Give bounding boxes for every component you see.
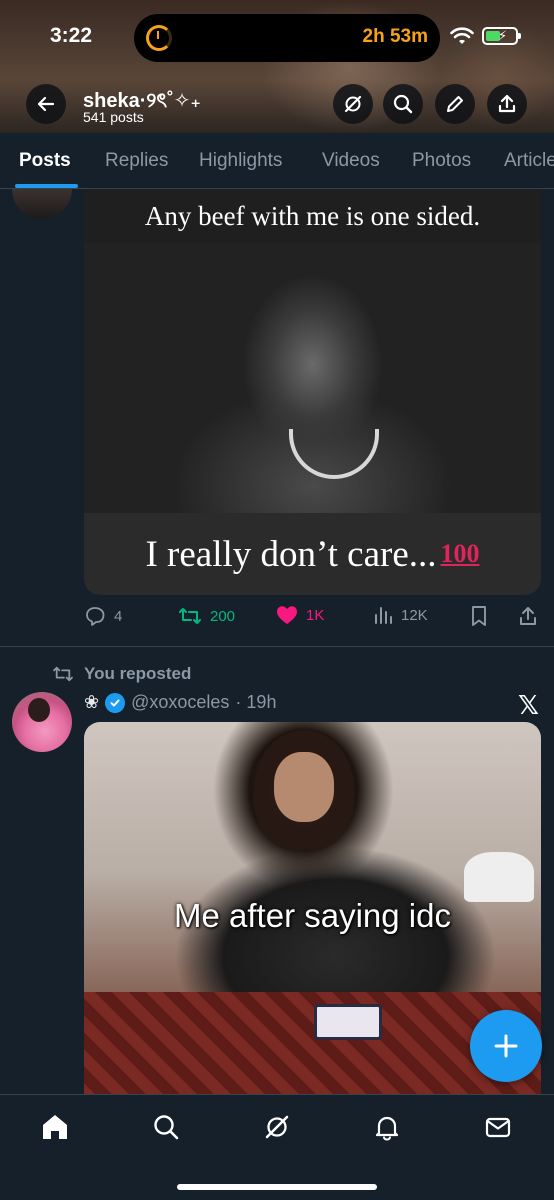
heart-icon bbox=[277, 606, 297, 624]
nav-messages[interactable] bbox=[482, 1111, 514, 1143]
home-indicator[interactable] bbox=[177, 1184, 377, 1190]
share-icon bbox=[520, 607, 536, 625]
search-button[interactable] bbox=[383, 84, 423, 124]
pencil-icon bbox=[447, 96, 463, 112]
reply-icon bbox=[86, 607, 105, 626]
post-image[interactable]: Any beef with me is one sided. I really … bbox=[84, 189, 541, 595]
battery-icon: ⚡ bbox=[482, 27, 521, 45]
x-logo-icon: 𝕏 bbox=[518, 690, 539, 720]
active-tab-indicator bbox=[15, 184, 78, 188]
verified-badge-icon bbox=[105, 692, 126, 713]
nav-grok[interactable] bbox=[261, 1111, 293, 1143]
image-caption-bottom: I really don’t care... 100 bbox=[84, 513, 541, 595]
timer-text: 2h 53m bbox=[362, 26, 428, 47]
post-divider bbox=[0, 646, 554, 647]
reply-button[interactable]: 4 bbox=[84, 605, 122, 627]
repost-icon bbox=[179, 608, 201, 624]
meme-text: Me after saying idc bbox=[174, 897, 451, 934]
home-icon bbox=[43, 1115, 67, 1139]
bell-icon bbox=[375, 1116, 399, 1141]
author-handle: @xoxoceles bbox=[131, 692, 230, 712]
arrow-left-icon bbox=[37, 96, 55, 112]
view-count: 12K bbox=[401, 606, 428, 624]
tab-posts[interactable]: Posts bbox=[19, 150, 71, 172]
timer-icon bbox=[146, 25, 172, 51]
share-profile-button[interactable] bbox=[487, 84, 527, 124]
tab-photos[interactable]: Photos bbox=[412, 150, 471, 172]
photo-sneakers bbox=[464, 852, 534, 902]
grok-icon bbox=[344, 95, 362, 113]
search-icon bbox=[154, 1115, 179, 1140]
post-actions: 4 200 1K 12K bbox=[84, 605, 544, 635]
tab-highlights[interactable]: Highlights bbox=[199, 150, 282, 172]
image-caption-top: Any beef with me is one sided. bbox=[84, 189, 541, 243]
repost-button[interactable]: 200 bbox=[178, 605, 235, 627]
bar-chart-icon bbox=[375, 607, 392, 624]
views-button[interactable]: 12K bbox=[373, 605, 428, 625]
author-name: ❀ bbox=[84, 692, 100, 712]
avatar[interactable] bbox=[12, 189, 72, 219]
nav-notifications[interactable] bbox=[371, 1111, 403, 1143]
nav-home[interactable] bbox=[39, 1111, 71, 1143]
hundred-points-icon: 100 bbox=[440, 539, 480, 568]
reply-count: 4 bbox=[114, 607, 123, 625]
share-icon bbox=[498, 94, 516, 113]
bookmark-icon bbox=[472, 606, 486, 626]
photo-tarot-deck bbox=[314, 1004, 382, 1040]
grok-button[interactable] bbox=[333, 84, 373, 124]
mail-icon bbox=[485, 1117, 511, 1138]
bookmark-button[interactable] bbox=[470, 605, 488, 627]
like-count: 1K bbox=[306, 606, 325, 624]
tab-replies[interactable]: Replies bbox=[105, 150, 168, 172]
back-button[interactable] bbox=[26, 84, 66, 124]
like-button[interactable]: 1K bbox=[276, 605, 324, 625]
post-count: 541 posts bbox=[83, 109, 144, 125]
wifi-icon bbox=[450, 27, 474, 44]
repost-indicator: You reposted bbox=[52, 664, 191, 684]
tab-videos[interactable]: Videos bbox=[322, 150, 380, 172]
repost-label: You reposted bbox=[84, 664, 192, 683]
image-caption-bottom-text: I really don’t care... bbox=[145, 533, 437, 575]
grok-icon bbox=[265, 1115, 289, 1139]
avatar[interactable] bbox=[12, 692, 72, 752]
search-icon bbox=[393, 94, 413, 114]
edit-profile-button[interactable] bbox=[435, 84, 475, 124]
repost-icon bbox=[53, 666, 73, 682]
post-author[interactable]: ❀ @xoxoceles · 19h bbox=[84, 692, 276, 713]
tab-articles[interactable]: Articles bbox=[504, 150, 554, 172]
plus-icon bbox=[494, 1034, 518, 1058]
share-post-button[interactable] bbox=[518, 605, 538, 627]
photo-face bbox=[274, 752, 334, 822]
repost-count: 200 bbox=[210, 607, 236, 625]
profile-tabs: Posts Replies Highlights Videos Photos A… bbox=[0, 133, 554, 189]
dynamic-island[interactable]: 2h 53m bbox=[134, 14, 440, 62]
nav-search[interactable] bbox=[150, 1111, 182, 1143]
post-time: · 19h bbox=[235, 692, 277, 712]
status-time: 3:22 bbox=[50, 24, 93, 47]
compose-button[interactable] bbox=[470, 1010, 542, 1082]
